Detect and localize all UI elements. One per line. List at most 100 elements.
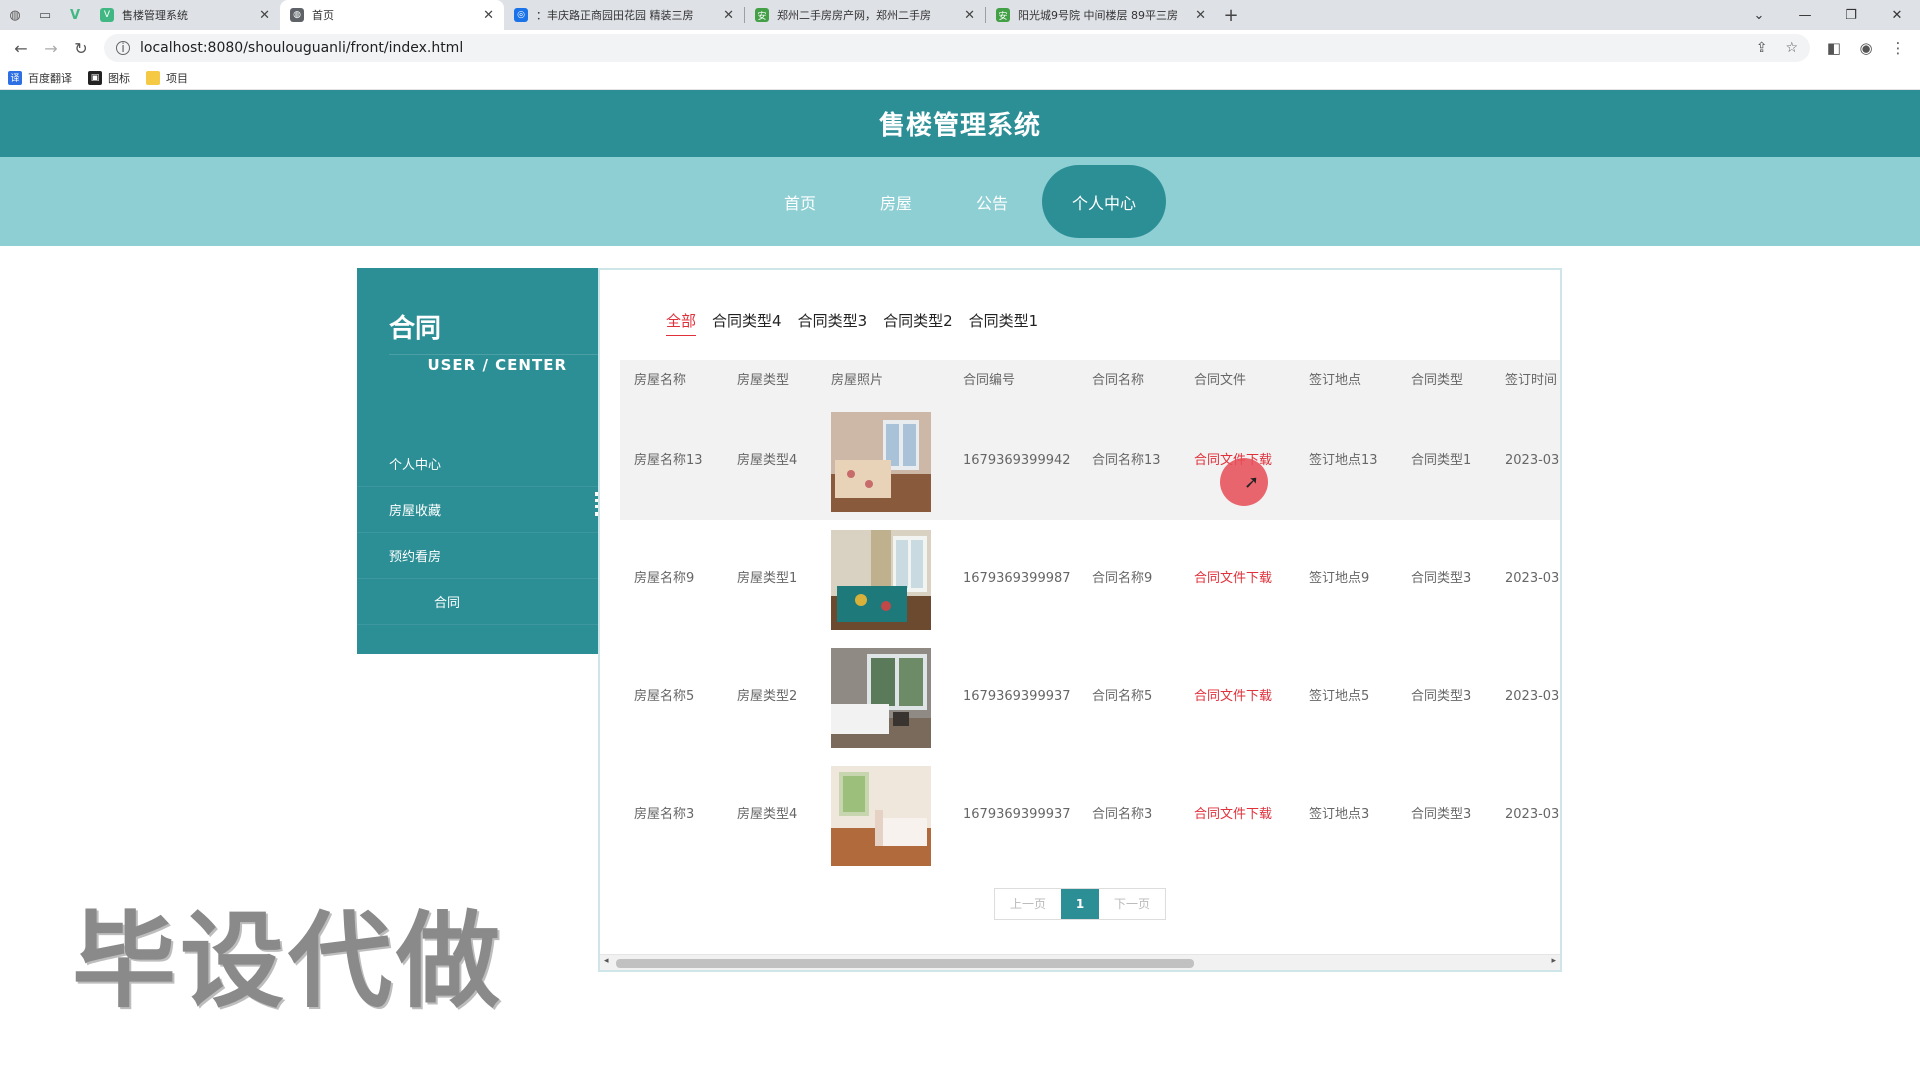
bookmark-label: 图标 xyxy=(108,71,130,85)
forward-button[interactable]: → xyxy=(36,33,66,63)
column-header: 房屋名称 xyxy=(634,373,687,388)
sidebar-item-favorites[interactable]: 房屋收藏 xyxy=(357,487,598,533)
filter-type-4[interactable]: 合同类型4 xyxy=(712,310,782,336)
browser-tab-0[interactable]: V 售楼管理系统 ✕ xyxy=(90,0,280,30)
sidebar-item-viewing[interactable]: 预约看房 xyxy=(357,533,598,579)
browser-tab-2[interactable]: ◎ ：丰庆路正商园田花园 精装三房 ✕ xyxy=(504,0,744,30)
info-icon[interactable]: i xyxy=(116,41,130,55)
back-button[interactable]: ← xyxy=(6,33,36,63)
filter-type-2[interactable]: 合同类型2 xyxy=(883,310,953,336)
house-photo[interactable] xyxy=(831,648,931,748)
browser-icon: ◎ xyxy=(514,8,528,22)
tab-search-icon[interactable]: ⌄ xyxy=(1736,0,1782,30)
house-photo[interactable] xyxy=(831,412,931,512)
cell-sign-place: 签订地点5 xyxy=(1309,689,1370,704)
scroll-left-icon[interactable]: ◂ xyxy=(604,956,609,966)
bookmark-item[interactable]: 项目 xyxy=(146,70,188,86)
nav-houses[interactable]: 房屋 xyxy=(850,165,942,238)
cell-contract-no: 1679369399937 xyxy=(963,807,1071,822)
browser-tab-3[interactable]: 安 郑州二手房房产网，郑州二手房 ✕ xyxy=(745,0,985,30)
filter-type-1[interactable]: 合同类型1 xyxy=(969,310,1039,336)
cell-contract-name: 合同名称5 xyxy=(1092,689,1153,704)
window-close-icon[interactable]: ✕ xyxy=(1874,0,1920,30)
scrollbar-thumb[interactable] xyxy=(616,959,1194,968)
cell-contract-name: 合同名称3 xyxy=(1092,807,1153,822)
share-icon[interactable]: ⇪ xyxy=(1756,40,1768,56)
contract-download-link[interactable]: 合同文件下载 xyxy=(1194,520,1272,638)
site-title: 售楼管理系统 xyxy=(878,111,1041,141)
close-icon[interactable]: ✕ xyxy=(1195,8,1206,23)
sidebar-item-contract[interactable]: 合同 xyxy=(357,579,598,625)
close-icon[interactable]: ✕ xyxy=(483,8,494,23)
column-header: 合同类型 xyxy=(1411,373,1464,388)
cell-house-type: 房屋类型4 xyxy=(737,453,798,468)
side-panel-icon[interactable]: ◧ xyxy=(1818,39,1850,57)
table-row[interactable]: 房屋名称13 房屋类型4 1679369399942 合同名称13 合同文件下载… xyxy=(620,402,1560,520)
minimize-icon[interactable]: — xyxy=(1782,0,1828,30)
browser-tab-1[interactable]: ◍ 首页 ✕ xyxy=(280,0,504,30)
cell-house-name: 房屋名称5 xyxy=(634,689,695,704)
next-page-button[interactable]: 下一页 xyxy=(1099,889,1165,919)
bookmark-item[interactable]: 译 百度翻译 xyxy=(8,70,72,86)
main-nav: 首页 房屋 公告 个人中心 xyxy=(0,157,1920,246)
restore-icon[interactable]: ❐ xyxy=(1828,0,1874,30)
tab-title: 售楼管理系统 xyxy=(122,9,188,22)
cell-house-type: 房屋类型4 xyxy=(737,807,798,822)
close-icon[interactable]: ✕ xyxy=(259,8,270,23)
profile-avatar-icon[interactable]: ◉ xyxy=(1850,39,1882,57)
bookmark-label: 百度翻译 xyxy=(28,71,72,85)
column-header: 合同名称 xyxy=(1092,373,1145,388)
filter-type-3[interactable]: 合同类型3 xyxy=(798,310,868,336)
nav-notices[interactable]: 公告 xyxy=(946,165,1038,238)
site-header: 售楼管理系统 xyxy=(0,90,1920,157)
column-header: 合同编号 xyxy=(963,373,1016,388)
cell-house-type: 房屋类型1 xyxy=(737,571,798,586)
cell-contract-no: 1679369399942 xyxy=(963,453,1071,468)
tab-title: 郑州二手房房产网，郑州二手房 xyxy=(777,9,931,22)
url-field[interactable]: i localhost:8080/shoulouguanli/front/ind… xyxy=(104,34,1810,62)
table-row[interactable]: 房屋名称3 房屋类型4 1679369399937 合同名称3 合同文件下载 签… xyxy=(620,756,1560,874)
more-menu-icon[interactable]: ⋮ xyxy=(1882,39,1914,57)
star-icon[interactable]: ☆ xyxy=(1785,40,1798,56)
column-header: 合同文件 xyxy=(1194,373,1247,388)
close-icon[interactable]: ✕ xyxy=(964,8,975,23)
pinned-tab-globe[interactable]: ◍ xyxy=(0,0,30,30)
contract-download-link[interactable]: 合同文件下载 xyxy=(1194,638,1272,756)
cell-contract-type: 合同类型1 xyxy=(1411,453,1472,468)
table-row[interactable]: 房屋名称9 房屋类型1 1679369399987 合同名称9 合同文件下载 签… xyxy=(620,520,1560,638)
house-photo[interactable] xyxy=(831,766,931,866)
pinned-tab-blank[interactable]: ▭ xyxy=(30,0,60,30)
horizontal-scrollbar[interactable]: ◂ ▸ xyxy=(600,954,1560,970)
nav-user-center[interactable]: 个人中心 xyxy=(1042,165,1167,238)
filter-all[interactable]: 全部 xyxy=(666,310,697,336)
cell-sign-time: 2023-03- xyxy=(1505,689,1562,704)
contract-download-link[interactable]: 合同文件下载 xyxy=(1194,756,1272,874)
reload-button[interactable]: ↻ xyxy=(66,33,96,63)
house-photo[interactable] xyxy=(831,530,931,630)
pinned-tab-vue[interactable]: V xyxy=(60,0,90,30)
cell-house-type: 房屋类型2 xyxy=(737,689,798,704)
cell-house-name: 房屋名称9 xyxy=(634,571,695,586)
cell-sign-place: 签订地点13 xyxy=(1309,453,1378,468)
browser-tab-4[interactable]: 安 阳光城9号院 中间楼层 89平三房 ✕ xyxy=(986,0,1216,30)
new-tab-button[interactable]: + xyxy=(1216,0,1246,30)
nav-home[interactable]: 首页 xyxy=(754,165,846,238)
url-text: localhost:8080/shoulouguanli/front/index… xyxy=(140,40,464,56)
page-button-current[interactable]: 1 xyxy=(1061,889,1099,919)
prev-page-button[interactable]: 上一页 xyxy=(995,889,1061,919)
cell-house-name: 房屋名称3 xyxy=(634,807,695,822)
sidebar-item-user-center[interactable]: 个人中心 xyxy=(357,441,598,487)
contract-panel: 全部 合同类型4 合同类型3 合同类型2 合同类型1 房屋名称 房屋类型 房屋照… xyxy=(598,268,1562,972)
column-header: 房屋类型 xyxy=(737,373,790,388)
user-sidebar: 合同 USER / CENTER 个人中心 房屋收藏 预约看房 合同 xyxy=(357,268,598,654)
cell-contract-no: 1679369399937 xyxy=(963,689,1071,704)
close-icon[interactable]: ✕ xyxy=(723,8,734,23)
cell-contract-name: 合同名称13 xyxy=(1092,453,1161,468)
vue-icon: V xyxy=(100,8,114,22)
bookmark-item[interactable]: ▣ 图标 xyxy=(88,70,130,86)
tab-title: 首页 xyxy=(312,9,334,22)
table-row[interactable]: 房屋名称5 房屋类型2 1679369399937 合同名称5 合同文件下载 签… xyxy=(620,638,1562,756)
page: 售楼管理系统 首页 房屋 公告 个人中心 合同 USER / CENTER 个人… xyxy=(0,90,1920,1064)
cell-contract-type: 合同类型3 xyxy=(1411,689,1472,704)
scroll-right-icon[interactable]: ▸ xyxy=(1551,956,1556,966)
